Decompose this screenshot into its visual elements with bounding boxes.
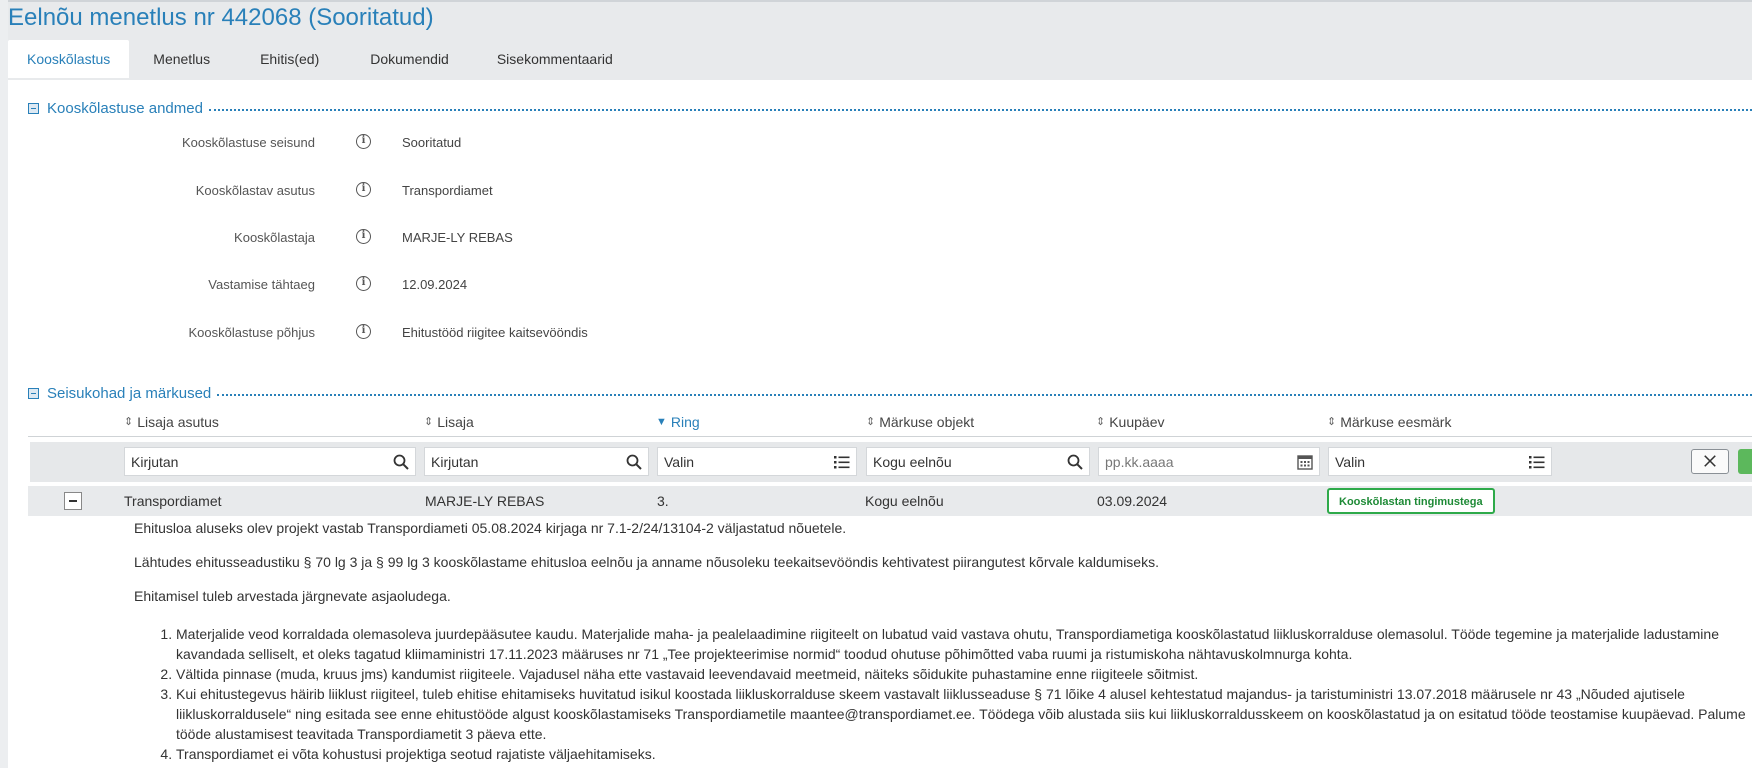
cell-kuupaev: 03.09.2024 [1097,493,1168,509]
column-label: Märkuse eesmärk [1340,414,1452,430]
cell-objekt: Kogu eelnõu [865,493,944,509]
filter-input[interactable] [664,448,828,475]
column-lisaja[interactable]: ⇕ Lisaja [424,414,474,430]
filter-kuupaev [1098,447,1320,476]
table-row[interactable]: Transpordiamet MARJE-LY REBAS 3. Kogu ee… [28,486,1752,516]
tab-sisekommentaarid[interactable]: Sisekommentaarid [473,40,637,78]
column-label: Lisaja asutus [137,414,219,430]
tab-ehitised[interactable]: Ehitis(ed) [234,40,345,78]
filter-input[interactable] [873,448,1061,475]
list-item: Materjalide veod korraldada olemasoleva … [176,624,1752,664]
filter-ring [657,447,857,476]
column-lisaja-asutus[interactable]: ⇕ Lisaja asutus [124,414,219,430]
field-asutus: Kooskõlastav asutus i Transpordiamet [0,180,1752,202]
field-label: Vastamise tähtaeg [208,277,315,292]
search-icon[interactable] [393,454,409,470]
section-kooskolastuse-andmed: Kooskõlastuse andmed [28,98,1752,118]
filter-markuse-eesmark [1328,447,1552,476]
column-label: Lisaja [437,414,474,430]
section-title: Kooskõlastuse andmed [47,99,203,117]
search-icon[interactable] [626,454,642,470]
list-item: Transpordiamet ei võta kohustusi projekt… [176,744,1752,764]
date-input[interactable] [1105,448,1291,475]
detail-paragraph: Lähtudes ehitusseadustiku § 70 lg 3 ja §… [134,554,1159,570]
filter-lisaja [424,447,649,476]
column-label: Ring [670,414,700,430]
table-header: ⇕ Lisaja asutus ⇕ Lisaja ▼ Ring ⇕ Märkus… [28,410,1752,437]
sort-icon: ⇕ [124,416,134,428]
column-label: Kuupäev [1109,414,1165,430]
close-icon [1704,455,1716,467]
tab-menetlus[interactable]: Menetlus [129,40,234,78]
field-label: Kooskõlastuse põhjus [188,325,315,340]
field-label: Kooskõlastav asutus [195,183,315,198]
field-value: Transpordiamet [402,183,493,198]
sort-desc-icon: ▼ [656,416,667,428]
cell-lisaja: MARJE-LY REBAS [425,493,545,509]
sort-icon: ⇕ [1096,416,1106,428]
cell-asutus: Transpordiamet [124,493,222,509]
field-value: Ehitustööd riigitee kaitsevööndis [402,325,588,340]
tab-dokumendid[interactable]: Dokumendid [345,40,473,78]
status-badge: Kooskõlastan tingimustega [1327,488,1495,514]
info-icon[interactable]: i [356,324,371,339]
filter-input[interactable] [131,448,387,475]
field-seisund: Kooskõlastuse seisund i Sooritatud [0,132,1752,154]
detail-list: Materjalide veod korraldada olemasoleva … [134,624,1752,764]
detail-paragraph: Ehitamisel tuleb arvestada järgnevate as… [134,588,451,604]
field-value: MARJE-LY REBAS [402,230,513,245]
collapse-icon[interactable] [28,387,39,399]
list-item: Kui ehitustegevus häirib liiklust riigit… [176,684,1752,744]
section-title: Seisukohad ja märkused [47,384,212,402]
field-value: Sooritatud [402,135,462,150]
info-icon[interactable]: i [356,229,371,244]
apply-filters-button[interactable] [1738,449,1752,474]
sort-icon: ⇕ [866,416,876,428]
filter-row [30,442,1752,482]
page: Eelnõu menetlus nr 442068 (Sooritatud) K… [0,0,1752,768]
filter-input[interactable] [1335,448,1523,475]
column-markuse-eesmark[interactable]: ⇕ Märkuse eesmärk [1327,414,1451,430]
search-icon[interactable] [1067,454,1083,470]
column-label: Märkuse objekt [879,414,975,430]
field-tahtaeg: Vastamise tähtaeg i 12.09.2024 [0,274,1752,296]
info-icon[interactable]: i [356,276,371,291]
sort-icon: ⇕ [1327,416,1337,428]
calendar-icon[interactable] [1297,454,1313,470]
section-seisukohad: Seisukohad ja märkused [28,383,1752,403]
sort-icon: ⇕ [424,416,434,428]
filter-lisaja-asutus [124,447,416,476]
collapse-icon[interactable] [28,102,39,114]
field-kooskolastaja: Kooskõlastaja i MARJE-LY REBAS [0,227,1752,249]
cell-ring: 3. [657,493,669,509]
column-ring[interactable]: ▼ Ring [656,414,700,430]
list-item: Vältida pinnase (muda, kruus jms) kandum… [176,664,1752,684]
column-markuse-objekt[interactable]: ⇕ Märkuse objekt [866,414,974,430]
collapse-row-icon[interactable] [64,492,82,510]
tab-bar: Kooskõlastus Menetlus Ehitis(ed) Dokumen… [8,40,637,78]
field-value: 12.09.2024 [402,277,468,292]
info-icon[interactable]: i [356,182,371,197]
page-title: Eelnõu menetlus nr 442068 (Sooritatud) [8,4,434,31]
filter-input[interactable] [431,448,620,475]
field-label: Kooskõlastuse seisund [182,135,315,150]
tab-kooskolastus[interactable]: Kooskõlastus [8,40,130,78]
column-kuupaev[interactable]: ⇕ Kuupäev [1096,414,1165,430]
info-icon[interactable]: i [356,134,371,149]
section-divider [208,109,1752,111]
field-label: Kooskõlastaja [234,230,315,245]
left-edge [0,0,8,768]
filter-markuse-objekt [866,447,1090,476]
field-pohjus: Kooskõlastuse põhjus i Ehitustööd riigit… [0,322,1752,344]
list-icon[interactable] [1529,454,1545,470]
list-icon[interactable] [834,454,850,470]
section-divider [217,394,1752,396]
clear-filters-button[interactable] [1691,449,1729,474]
detail-paragraph: Ehitusloa aluseks olev projekt vastab Tr… [134,520,847,536]
